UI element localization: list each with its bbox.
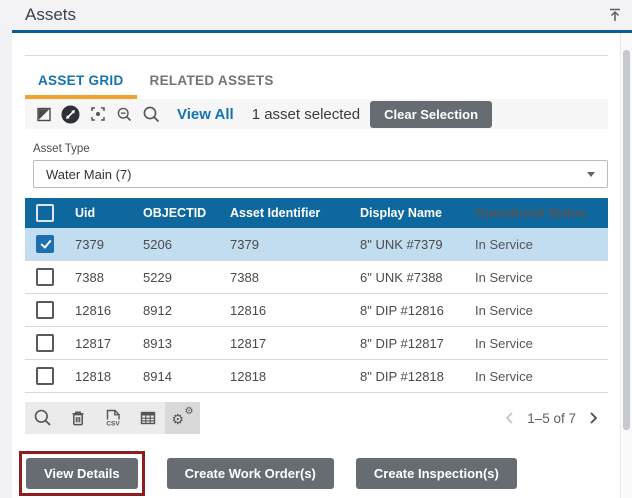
delete-button[interactable]: [60, 402, 95, 434]
create-inspections-button[interactable]: Create Inspection(s): [356, 458, 517, 489]
zoom-out-button[interactable]: [111, 101, 138, 127]
grid-footer: CSV ⚙⚙ 1–5 of 7: [25, 402, 608, 434]
assets-card: ASSET GRID RELATED ASSETS: [12, 33, 620, 498]
col-header-objectid[interactable]: OBJECTID: [133, 206, 220, 220]
action-bar: View Details Create Work Order(s) Create…: [25, 451, 608, 496]
cell-objectid: 8914: [133, 369, 220, 384]
grid-settings-button[interactable]: ⚙⚙: [165, 402, 200, 434]
cell-operational-status: In Service: [465, 336, 608, 351]
scrollbar-thumb[interactable]: [623, 50, 630, 430]
table-row[interactable]: 12818 8914 12818 8" DIP #12818 In Servic…: [25, 360, 608, 393]
chevron-left-icon: [505, 411, 514, 425]
collapse-up-icon: [606, 6, 624, 24]
view-all-link[interactable]: View All: [177, 106, 234, 123]
selection-toolbar: View All 1 asset selected Clear Selectio…: [25, 99, 608, 129]
row-checkbox[interactable]: [36, 301, 54, 319]
cell-objectid: 5206: [133, 237, 220, 252]
table-columns-icon: [139, 409, 157, 427]
col-header-display-name[interactable]: Display Name: [352, 206, 465, 220]
view-details-button[interactable]: View Details: [26, 458, 138, 489]
cell-asset-identifier: 12817: [220, 336, 352, 351]
view-details-highlight-box: View Details: [19, 451, 145, 496]
table-row[interactable]: 12817 8913 12817 8" DIP #12817 In Servic…: [25, 327, 608, 360]
cell-asset-identifier: 7388: [220, 270, 352, 285]
search-tool-button[interactable]: [138, 101, 165, 127]
cell-operational-status: In Service: [465, 369, 608, 384]
panel-title: Assets: [25, 5, 76, 25]
row-checkbox[interactable]: [36, 268, 54, 286]
grid-header-row: Uid OBJECTID Asset Identifier Display Na…: [25, 198, 608, 228]
pan-select-tool-icon: [61, 105, 80, 124]
table-row[interactable]: 7388 5229 7388 6" UNK #7388 In Service: [25, 261, 608, 294]
asset-grid: Uid OBJECTID Asset Identifier Display Na…: [25, 198, 608, 393]
zoom-to-selection-icon: [89, 105, 107, 123]
pagination-range: 1–5 of 7: [527, 411, 576, 426]
panel-header: Assets: [0, 0, 632, 30]
asset-type-value: Water Main (7): [46, 167, 131, 182]
cell-operational-status: In Service: [465, 270, 608, 285]
cell-objectid: 5229: [133, 270, 220, 285]
table-row[interactable]: 7379 5206 7379 8" UNK #7379 In Service: [25, 228, 608, 261]
top-divider: [25, 55, 608, 56]
tab-bar: ASSET GRID RELATED ASSETS: [25, 67, 608, 99]
search-icon: [142, 105, 161, 124]
search-icon: [33, 408, 53, 428]
asset-type-dropdown[interactable]: Water Main (7): [33, 160, 608, 188]
table-row[interactable]: 12816 8912 12816 8" DIP #12816 In Servic…: [25, 294, 608, 327]
cell-uid: 12817: [65, 336, 133, 351]
pan-select-tool-button[interactable]: [57, 101, 84, 127]
grid-toolbar: CSV ⚙⚙: [25, 402, 200, 434]
col-header-operational-status[interactable]: Operational Status: [465, 206, 608, 220]
col-header-asset-identifier[interactable]: Asset Identifier: [220, 206, 352, 220]
zoom-out-icon: [116, 106, 133, 123]
cell-display-name: 8" DIP #12818: [352, 369, 465, 384]
cell-display-name: 8" UNK #7379: [352, 237, 465, 252]
tab-related-assets[interactable]: RELATED ASSETS: [137, 67, 287, 99]
cell-uid: 12818: [65, 369, 133, 384]
cell-display-name: 6" UNK #7388: [352, 270, 465, 285]
export-csv-icon: CSV: [103, 408, 123, 428]
cell-uid: 7379: [65, 237, 133, 252]
cell-uid: 7388: [65, 270, 133, 285]
cell-asset-identifier: 12816: [220, 303, 352, 318]
row-checkbox[interactable]: [36, 235, 54, 253]
next-page-button[interactable]: [589, 411, 598, 425]
collapse-panel-button[interactable]: [603, 3, 627, 27]
row-checkbox[interactable]: [36, 334, 54, 352]
svg-text:CSV: CSV: [106, 420, 120, 427]
grid-search-button[interactable]: [25, 402, 60, 434]
cell-operational-status: In Service: [465, 237, 608, 252]
create-work-orders-button[interactable]: Create Work Order(s): [167, 458, 334, 489]
clear-selection-button[interactable]: Clear Selection: [370, 101, 492, 128]
cell-operational-status: In Service: [465, 303, 608, 318]
chevron-right-icon: [589, 411, 598, 425]
zoom-to-selection-button[interactable]: [84, 101, 111, 127]
flash-selection-button[interactable]: [30, 101, 57, 127]
cell-asset-identifier: 7379: [220, 237, 352, 252]
row-checkbox[interactable]: [36, 367, 54, 385]
selection-status: 1 asset selected: [252, 106, 360, 123]
previous-page-button[interactable]: [505, 411, 514, 425]
cell-objectid: 8913: [133, 336, 220, 351]
pagination: 1–5 of 7: [505, 411, 598, 426]
cell-display-name: 8" DIP #12816: [352, 303, 465, 318]
asset-type-label: Asset Type: [33, 143, 608, 155]
table-columns-button[interactable]: [130, 402, 165, 434]
export-csv-button[interactable]: CSV: [95, 402, 130, 434]
tab-asset-grid[interactable]: ASSET GRID: [25, 67, 137, 99]
select-all-checkbox[interactable]: [36, 204, 54, 222]
cell-asset-identifier: 12818: [220, 369, 352, 384]
settings-gears-icon: ⚙⚙: [173, 408, 193, 428]
delete-icon: [69, 409, 87, 427]
cell-display-name: 8" DIP #12817: [352, 336, 465, 351]
flash-selection-icon: [36, 106, 52, 122]
col-header-uid[interactable]: Uid: [65, 206, 133, 220]
scrollbar-track[interactable]: [620, 33, 632, 498]
chevron-down-icon: [587, 172, 595, 177]
cell-objectid: 8912: [133, 303, 220, 318]
cell-uid: 12816: [65, 303, 133, 318]
